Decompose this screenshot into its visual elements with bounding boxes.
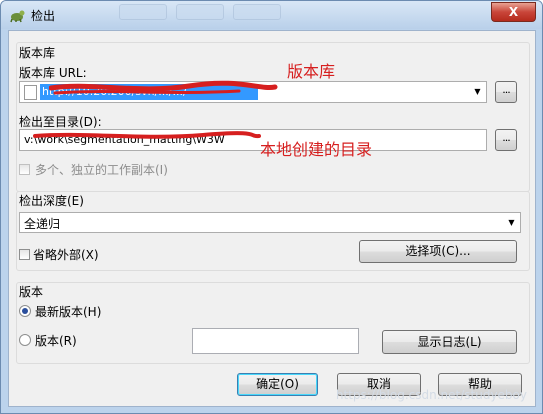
multiple-working-copies-checkbox[interactable] (19, 164, 30, 175)
checkout-depth-select[interactable]: 全递归 ▼ (19, 212, 521, 233)
head-revision-radio[interactable] (19, 305, 31, 317)
checkout-depth-label: 检出深度(E) (19, 194, 84, 208)
revision-group-label: 版本 (19, 285, 44, 299)
dropdown-arrow-icon[interactable]: ▼ (469, 82, 486, 102)
window-title: 检出 (31, 9, 56, 23)
checkout-depth-group: 检出深度(E) 全递归 ▼ 省略外部(X) 选择项(C)... (16, 191, 530, 271)
red-scribble-dir (33, 131, 261, 139)
background-tab (176, 4, 224, 20)
background-tab (119, 4, 167, 20)
omit-externals-label: 省略外部(X) (33, 248, 99, 262)
revision-number-input[interactable] (192, 328, 359, 354)
revision-group: 版本 最新版本(H) 版本(R) 显示日志(L) (16, 282, 530, 364)
tortoise-app-icon (10, 10, 25, 23)
checkout-depth-value: 全递归 (24, 217, 61, 231)
background-tab (233, 4, 281, 20)
multiple-working-copies-label: 多个、独立的工作副本(I) (35, 163, 168, 177)
browse-repository-button[interactable]: ... (495, 81, 517, 103)
red-scribble-url (49, 80, 278, 95)
omit-externals-checkbox[interactable] (19, 249, 30, 260)
close-button[interactable]: X (491, 2, 536, 22)
show-log-button[interactable]: 显示日志(L) (382, 330, 517, 354)
ok-button[interactable]: 确定(O) (237, 373, 318, 396)
repository-url-label: 版本库 URL: (19, 66, 87, 80)
checkout-dialog: 检出 X 版本库 版本库 URL: http://10.20.200/svn/.… (0, 0, 543, 414)
repository-group-label: 版本库 (19, 46, 56, 60)
options-button[interactable]: 选择项(C)... (359, 240, 517, 263)
dialog-body: 版本库 版本库 URL: http://10.20.200/svn/.../..… (8, 30, 536, 407)
specific-revision-radio[interactable] (19, 334, 31, 346)
browse-directory-button[interactable]: ... (495, 129, 517, 151)
annotation-local-directory: 本地创建的目录 (260, 140, 373, 159)
repository-url-checkbox[interactable] (24, 85, 37, 100)
specific-revision-label: 版本(R) (35, 334, 77, 348)
repository-group: 版本库 版本库 URL: http://10.20.200/svn/.../..… (16, 42, 530, 192)
head-revision-label: 最新版本(H) (35, 305, 102, 319)
title-bar[interactable]: 检出 X (1, 1, 542, 29)
annotation-repository: 版本库 (287, 62, 336, 81)
dropdown-arrow-icon[interactable]: ▼ (503, 213, 520, 233)
watermark-text: https://blog.csdn.net/studyeboy (335, 388, 527, 402)
